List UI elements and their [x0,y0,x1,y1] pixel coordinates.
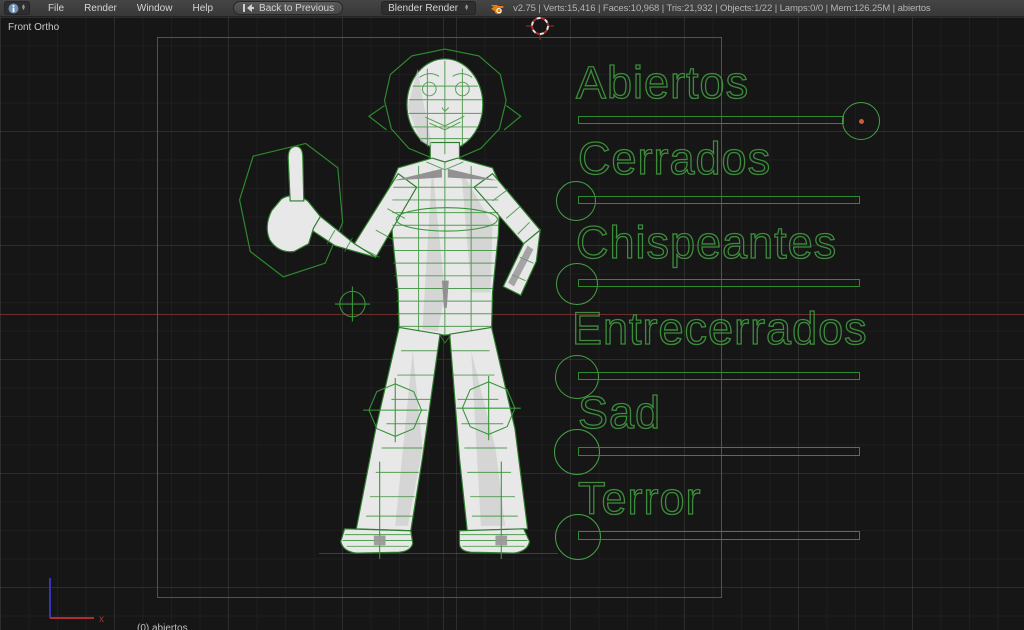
slider-track[interactable] [578,196,860,204]
menu-render[interactable]: Render [74,3,127,14]
render-engine-select[interactable]: Blender Render ▲▼ [381,1,476,15]
editor-type-dropdown[interactable]: ▲▼ [4,1,30,15]
menu-file[interactable]: File [38,3,74,14]
back-to-previous-button[interactable]: Back to Previous [233,1,343,15]
blender-logo-icon [490,2,505,15]
3d-viewport[interactable]: Front Ortho (0) abiertos x [0,17,1024,630]
menu-window[interactable]: Window [127,3,183,14]
menu-help[interactable]: Help [182,3,223,14]
info-editor-icon [8,3,19,14]
hip-controller[interactable] [335,287,370,322]
shape-key-label: Abiertos [576,57,749,109]
slider-track[interactable] [578,447,860,456]
shape-key-label: Chispeantes [576,217,837,269]
shape-key-label: Terror [578,473,702,525]
info-header: ▲▼ File Render Window Help Back to Previ… [0,0,1024,17]
blender-window: ▲▼ File Render Window Help Back to Previ… [0,0,1024,630]
selected-origin-dot [859,119,864,124]
slider-track[interactable] [578,372,860,380]
dropdown-arrows-icon: ▲▼ [21,5,26,11]
scene-statistics: v2.75 | Verts:15,416 | Faces:10,968 | Tr… [513,3,931,14]
shape-key-label: Sad [578,387,661,439]
back-arrow-icon [242,3,255,13]
shape-key-label: Cerrados [578,133,771,185]
slider-track[interactable] [578,279,860,287]
shape-key-label: Entrecerrados [572,303,868,355]
slider-track[interactable] [578,531,860,540]
slider-track[interactable] [578,116,844,124]
select-arrows-icon: ▲▼ [464,5,469,11]
